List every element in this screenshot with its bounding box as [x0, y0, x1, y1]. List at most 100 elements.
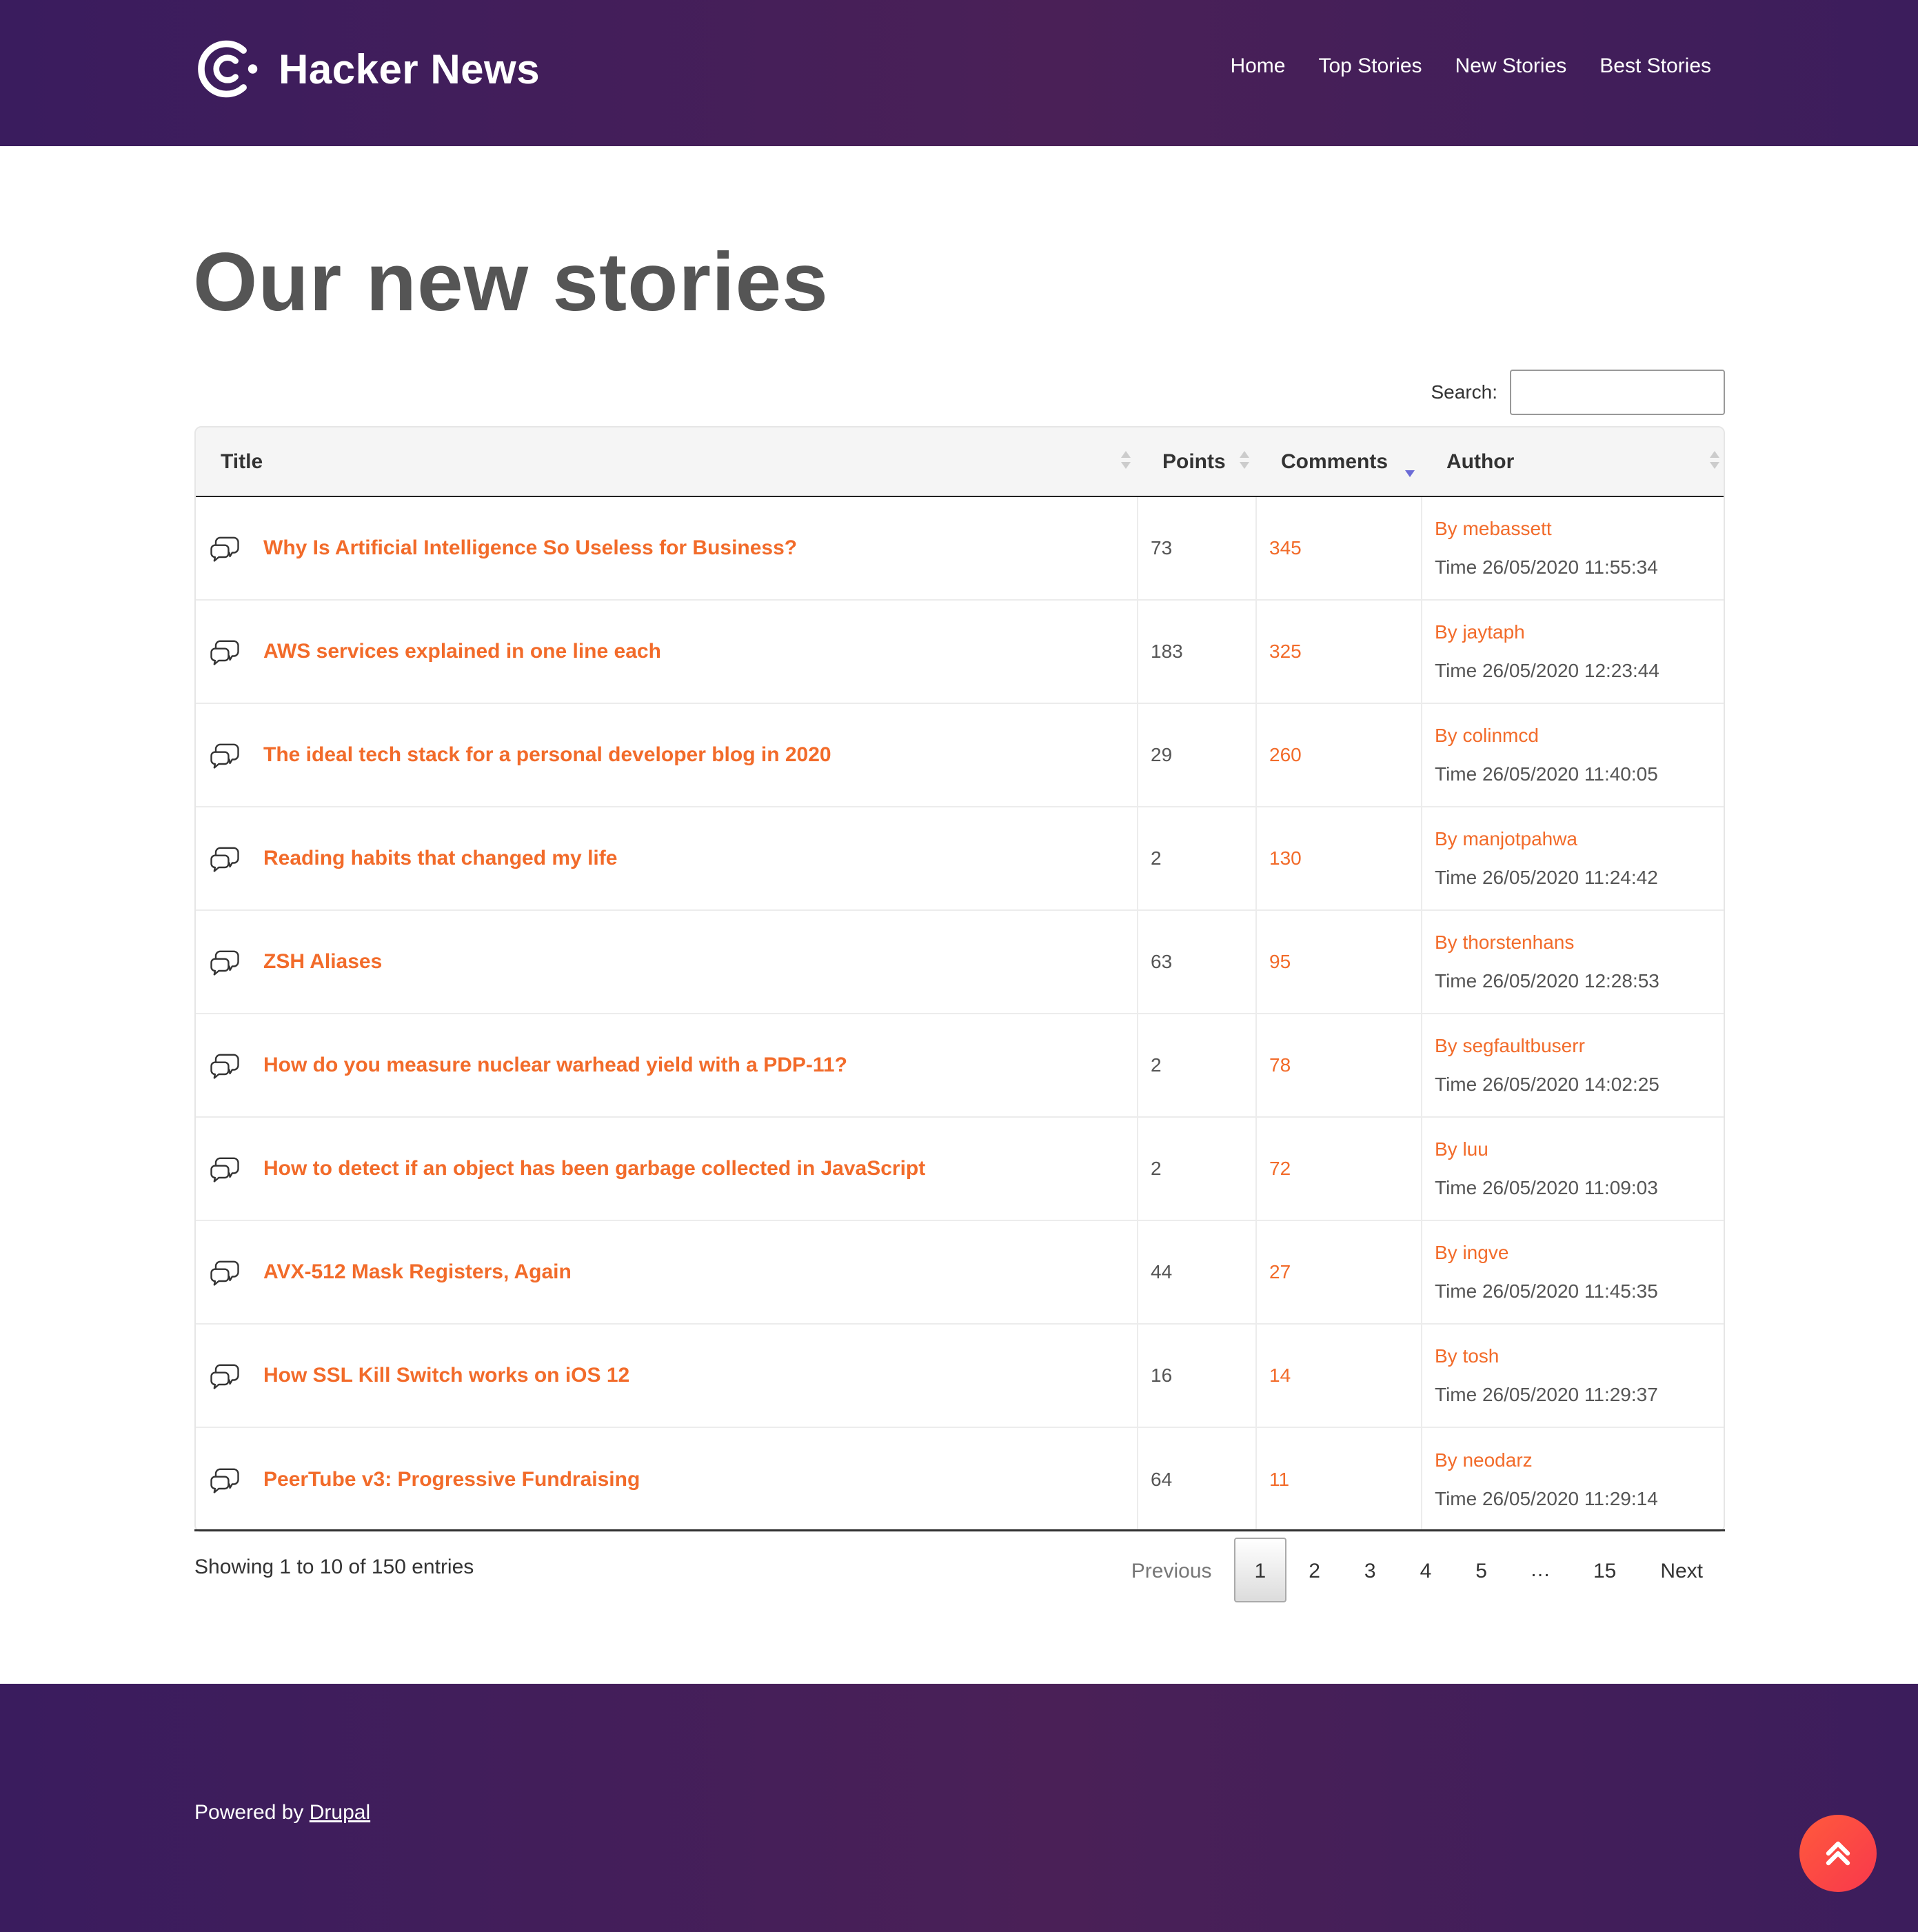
- drupal-link[interactable]: Drupal: [310, 1801, 370, 1824]
- points-cell: 2: [1137, 1117, 1256, 1221]
- story-title-link[interactable]: AWS services explained in one line each: [263, 640, 661, 663]
- story-title-link[interactable]: Why Is Artificial Intelligence So Useles…: [263, 536, 797, 560]
- author-link[interactable]: By manjotpahwa: [1435, 825, 1724, 853]
- pagination-ellipsis: …: [1529, 1558, 1551, 1581]
- nav-home[interactable]: Home: [1230, 54, 1285, 78]
- site-header: Hacker News Home Top Stories New Stories…: [0, 0, 1918, 146]
- comments-count-link[interactable]: 14: [1269, 1365, 1291, 1386]
- pagination-page-1[interactable]: 1: [1233, 1538, 1287, 1602]
- points-cell: 2: [1137, 1014, 1256, 1118]
- chat-bubbles-icon: [210, 640, 239, 665]
- author-link[interactable]: By luu: [1435, 1136, 1724, 1163]
- title-wrap: The ideal tech stack for a personal deve…: [207, 737, 1137, 773]
- points-cell: 64: [1137, 1427, 1256, 1531]
- title-cell: Reading habits that changed my life: [196, 807, 1138, 911]
- table-row: AWS services explained in one line each 1…: [196, 600, 1724, 704]
- main-nav: Home Top Stories New Stories Best Storie…: [1230, 48, 1711, 84]
- pagination-page-4[interactable]: 4: [1398, 1538, 1454, 1602]
- hacker-news-logo-icon: [198, 40, 258, 98]
- pagination-next[interactable]: Next: [1638, 1538, 1725, 1602]
- comments-count-link[interactable]: 130: [1269, 847, 1302, 869]
- points-cell: 29: [1137, 703, 1256, 807]
- pagination: Previous 1 2 3 4 5 … 15 Next: [1109, 1538, 1725, 1602]
- title-cell: How to detect if an object has been garb…: [196, 1117, 1138, 1221]
- chat-bubbles-icon: [210, 950, 239, 976]
- points-cell: 44: [1137, 1220, 1256, 1325]
- story-title-link[interactable]: PeerTube v3: Progressive Fundraising: [263, 1468, 640, 1491]
- search-input[interactable]: [1510, 370, 1725, 415]
- title-cell: PeerTube v3: Progressive Fundraising: [196, 1427, 1138, 1531]
- comments-count-link[interactable]: 72: [1269, 1158, 1291, 1179]
- nav-top-stories[interactable]: Top Stories: [1318, 54, 1422, 78]
- sort-arrows-icon: [1710, 451, 1719, 473]
- author-cell: By colinmcd Time 26/05/2020 11:40:05: [1421, 703, 1724, 807]
- site-brand-link[interactable]: Hacker News: [196, 34, 540, 103]
- pagination-previous[interactable]: Previous: [1109, 1538, 1234, 1602]
- entries-info: Showing 1 to 10 of 150 entries: [194, 1556, 474, 1578]
- comments-count-link[interactable]: 345: [1269, 537, 1302, 559]
- nav-new-stories[interactable]: New Stories: [1455, 54, 1567, 78]
- story-title-link[interactable]: How do you measure nuclear warhead yield…: [263, 1054, 847, 1077]
- author-link[interactable]: By ingve: [1435, 1239, 1724, 1267]
- story-title-link[interactable]: ZSH Aliases: [263, 950, 382, 974]
- pagination-page-2[interactable]: 2: [1286, 1538, 1342, 1602]
- pagination-page-last[interactable]: 15: [1571, 1538, 1638, 1602]
- author-cell: By neodarz Time 26/05/2020 11:29:14: [1421, 1427, 1724, 1531]
- sort-descending-icon: [1405, 451, 1415, 477]
- comments-cell: 27: [1255, 1220, 1422, 1325]
- comments-count-link[interactable]: 27: [1269, 1261, 1291, 1282]
- comments-count-link[interactable]: 325: [1269, 641, 1302, 662]
- column-header-comments[interactable]: Comments: [1256, 427, 1422, 497]
- chat-bubbles-icon: [210, 1054, 239, 1079]
- story-title-link[interactable]: The ideal tech stack for a personal deve…: [263, 743, 831, 767]
- author-link[interactable]: By tosh: [1435, 1342, 1724, 1370]
- sort-arrows-icon: [1121, 451, 1131, 473]
- pagination-page-5[interactable]: 5: [1453, 1538, 1509, 1602]
- table-row: How SSL Kill Switch works on iOS 12 16 14 B…: [196, 1324, 1724, 1428]
- double-chevron-up-icon: [1826, 1841, 1850, 1866]
- comments-cell: 72: [1255, 1117, 1422, 1221]
- title-wrap: How SSL Kill Switch works on iOS 12: [207, 1358, 1137, 1393]
- story-title-link[interactable]: How to detect if an object has been garb…: [263, 1157, 925, 1180]
- column-header-title[interactable]: Title: [196, 427, 1138, 497]
- points-cell: 183: [1137, 600, 1256, 704]
- back-to-top-button[interactable]: [1799, 1815, 1877, 1892]
- column-header-author[interactable]: Author: [1422, 427, 1724, 497]
- author-cell: By luu Time 26/05/2020 11:09:03: [1421, 1117, 1724, 1221]
- points-cell: 73: [1137, 496, 1256, 601]
- table-row: The ideal tech stack for a personal deve…: [196, 703, 1724, 807]
- author-link[interactable]: By jaytaph: [1435, 618, 1724, 646]
- story-title-link[interactable]: Reading habits that changed my life: [263, 847, 617, 870]
- chat-bubbles-icon: [210, 1468, 239, 1493]
- points-cell: 63: [1137, 910, 1256, 1014]
- nav-best-stories[interactable]: Best Stories: [1599, 54, 1711, 78]
- comments-count-link[interactable]: 95: [1269, 951, 1291, 972]
- pagination-page-3[interactable]: 3: [1342, 1538, 1398, 1602]
- table-row: AVX-512 Mask Registers, Again 44 27 By ingv…: [196, 1220, 1724, 1325]
- column-header-points[interactable]: Points: [1138, 427, 1256, 497]
- story-title-link[interactable]: AVX-512 Mask Registers, Again: [263, 1260, 572, 1284]
- comments-count-link[interactable]: 78: [1269, 1054, 1291, 1076]
- comments-count-link[interactable]: 260: [1269, 744, 1302, 765]
- author-link[interactable]: By segfaultbuserr: [1435, 1032, 1724, 1060]
- author-link[interactable]: By neodarz: [1435, 1447, 1724, 1474]
- title-cell: The ideal tech stack for a personal deve…: [196, 703, 1138, 807]
- sort-arrows-icon: [1240, 451, 1249, 473]
- chat-bubbles-icon: [210, 743, 239, 769]
- author-cell: By ingve Time 26/05/2020 11:45:35: [1421, 1220, 1724, 1325]
- author-link[interactable]: By thorstenhans: [1435, 929, 1724, 956]
- post-time: Time 26/05/2020 11:45:35: [1435, 1280, 1658, 1302]
- title-wrap: PeerTube v3: Progressive Fundraising: [207, 1462, 1137, 1498]
- chat-bubbles-icon: [210, 1157, 239, 1183]
- comments-cell: 260: [1255, 703, 1422, 807]
- post-time: Time 26/05/2020 11:24:42: [1435, 867, 1658, 888]
- story-title-link[interactable]: How SSL Kill Switch works on iOS 12: [263, 1364, 629, 1387]
- author-link[interactable]: By mebassett: [1435, 515, 1724, 543]
- comments-count-link[interactable]: 11: [1269, 1469, 1289, 1490]
- author-link[interactable]: By colinmcd: [1435, 722, 1724, 749]
- page-title: Our new stories: [193, 236, 829, 328]
- post-time: Time 26/05/2020 11:29:14: [1435, 1487, 1658, 1509]
- title-cell: AWS services explained in one line each: [196, 600, 1138, 704]
- chat-bubbles-icon: [210, 1260, 239, 1286]
- title-wrap: ZSH Aliases: [207, 944, 1137, 980]
